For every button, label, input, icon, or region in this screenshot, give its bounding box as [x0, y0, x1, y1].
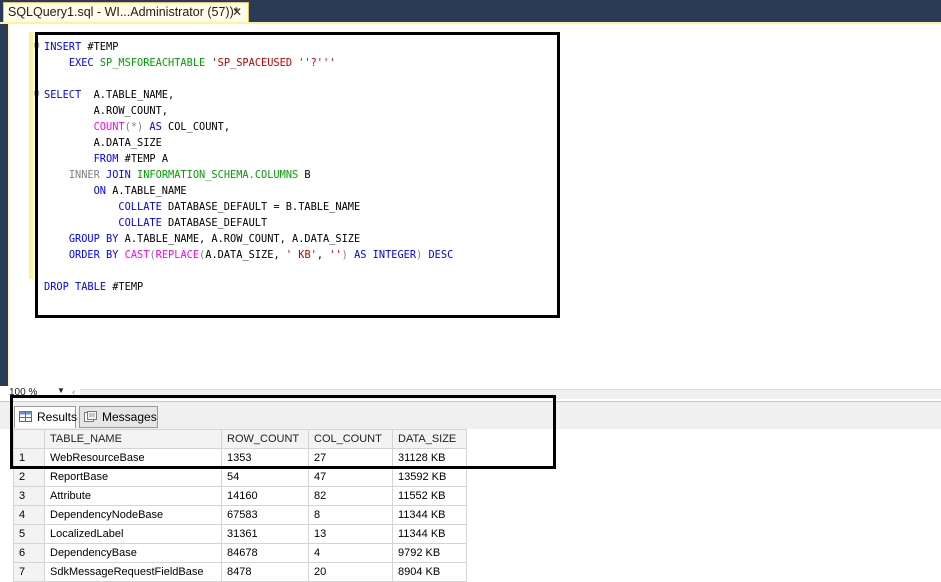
query-document-tab[interactable]: SQLQuery1.sql - WI...Administrator (57))…: [3, 2, 249, 22]
table-cell[interactable]: 84678: [221, 543, 309, 563]
table-cell[interactable]: 11344 KB: [392, 524, 467, 544]
table-cell[interactable]: 20: [308, 562, 393, 582]
table-cell[interactable]: 54: [221, 467, 309, 487]
table-row[interactable]: 4 DependencyNodeBase 67583 8 11344 KB: [13, 505, 467, 525]
table-cell[interactable]: DependencyNodeBase: [44, 505, 222, 525]
row-number[interactable]: 6: [13, 543, 45, 563]
table-cell[interactable]: 4: [308, 543, 393, 563]
table-cell[interactable]: ReportBase: [44, 467, 222, 487]
change-tracking-bar: [29, 32, 33, 279]
table-cell[interactable]: 14160: [221, 486, 309, 506]
table-cell[interactable]: 67583: [221, 505, 309, 525]
row-number[interactable]: 7: [13, 562, 45, 582]
table-cell[interactable]: 8: [308, 505, 393, 525]
editor-left-border: [0, 24, 8, 386]
table-cell[interactable]: 31361: [221, 524, 309, 544]
highlight-box-query: [35, 32, 560, 318]
row-number[interactable]: 2: [13, 467, 45, 487]
table-cell[interactable]: 13592 KB: [392, 467, 467, 487]
table-cell[interactable]: 11552 KB: [392, 486, 467, 506]
table-cell[interactable]: 47: [308, 467, 393, 487]
table-cell[interactable]: 13: [308, 524, 393, 544]
table-cell[interactable]: DependencyBase: [44, 543, 222, 563]
table-row[interactable]: 2 ReportBase 54 47 13592 KB: [13, 467, 467, 487]
highlight-box-results: [10, 395, 556, 469]
table-cell[interactable]: 8904 KB: [392, 562, 467, 582]
row-number[interactable]: 3: [13, 486, 45, 506]
table-cell[interactable]: Attribute: [44, 486, 222, 506]
table-row[interactable]: 3 Attribute 14160 82 11552 KB: [13, 486, 467, 506]
table-cell[interactable]: 82: [308, 486, 393, 506]
chevron-down-icon[interactable]: ▼: [57, 386, 65, 395]
query-tab-title: SQLQuery1.sql - WI...Administrator (57))…: [8, 5, 239, 19]
close-icon[interactable]: ✕: [232, 3, 242, 21]
table-row[interactable]: 6 DependencyBase 84678 4 9792 KB: [13, 543, 467, 563]
table-cell[interactable]: SdkMessageRequestFieldBase: [44, 562, 222, 582]
table-cell[interactable]: 11344 KB: [392, 505, 467, 525]
table-cell[interactable]: 9792 KB: [392, 543, 467, 563]
table-row[interactable]: 7 SdkMessageRequestFieldBase 8478 20 8904 KB: [13, 562, 467, 582]
document-tabstrip: SQLQuery1.sql - WI...Administrator (57))…: [0, 0, 941, 22]
table-row[interactable]: 5 LocalizedLabel 31361 13 11344 KB: [13, 524, 467, 544]
row-number[interactable]: 4: [13, 505, 45, 525]
row-number[interactable]: 5: [13, 524, 45, 544]
editor-margin: [8, 24, 10, 386]
table-cell[interactable]: 8478: [221, 562, 309, 582]
table-cell[interactable]: LocalizedLabel: [44, 524, 222, 544]
